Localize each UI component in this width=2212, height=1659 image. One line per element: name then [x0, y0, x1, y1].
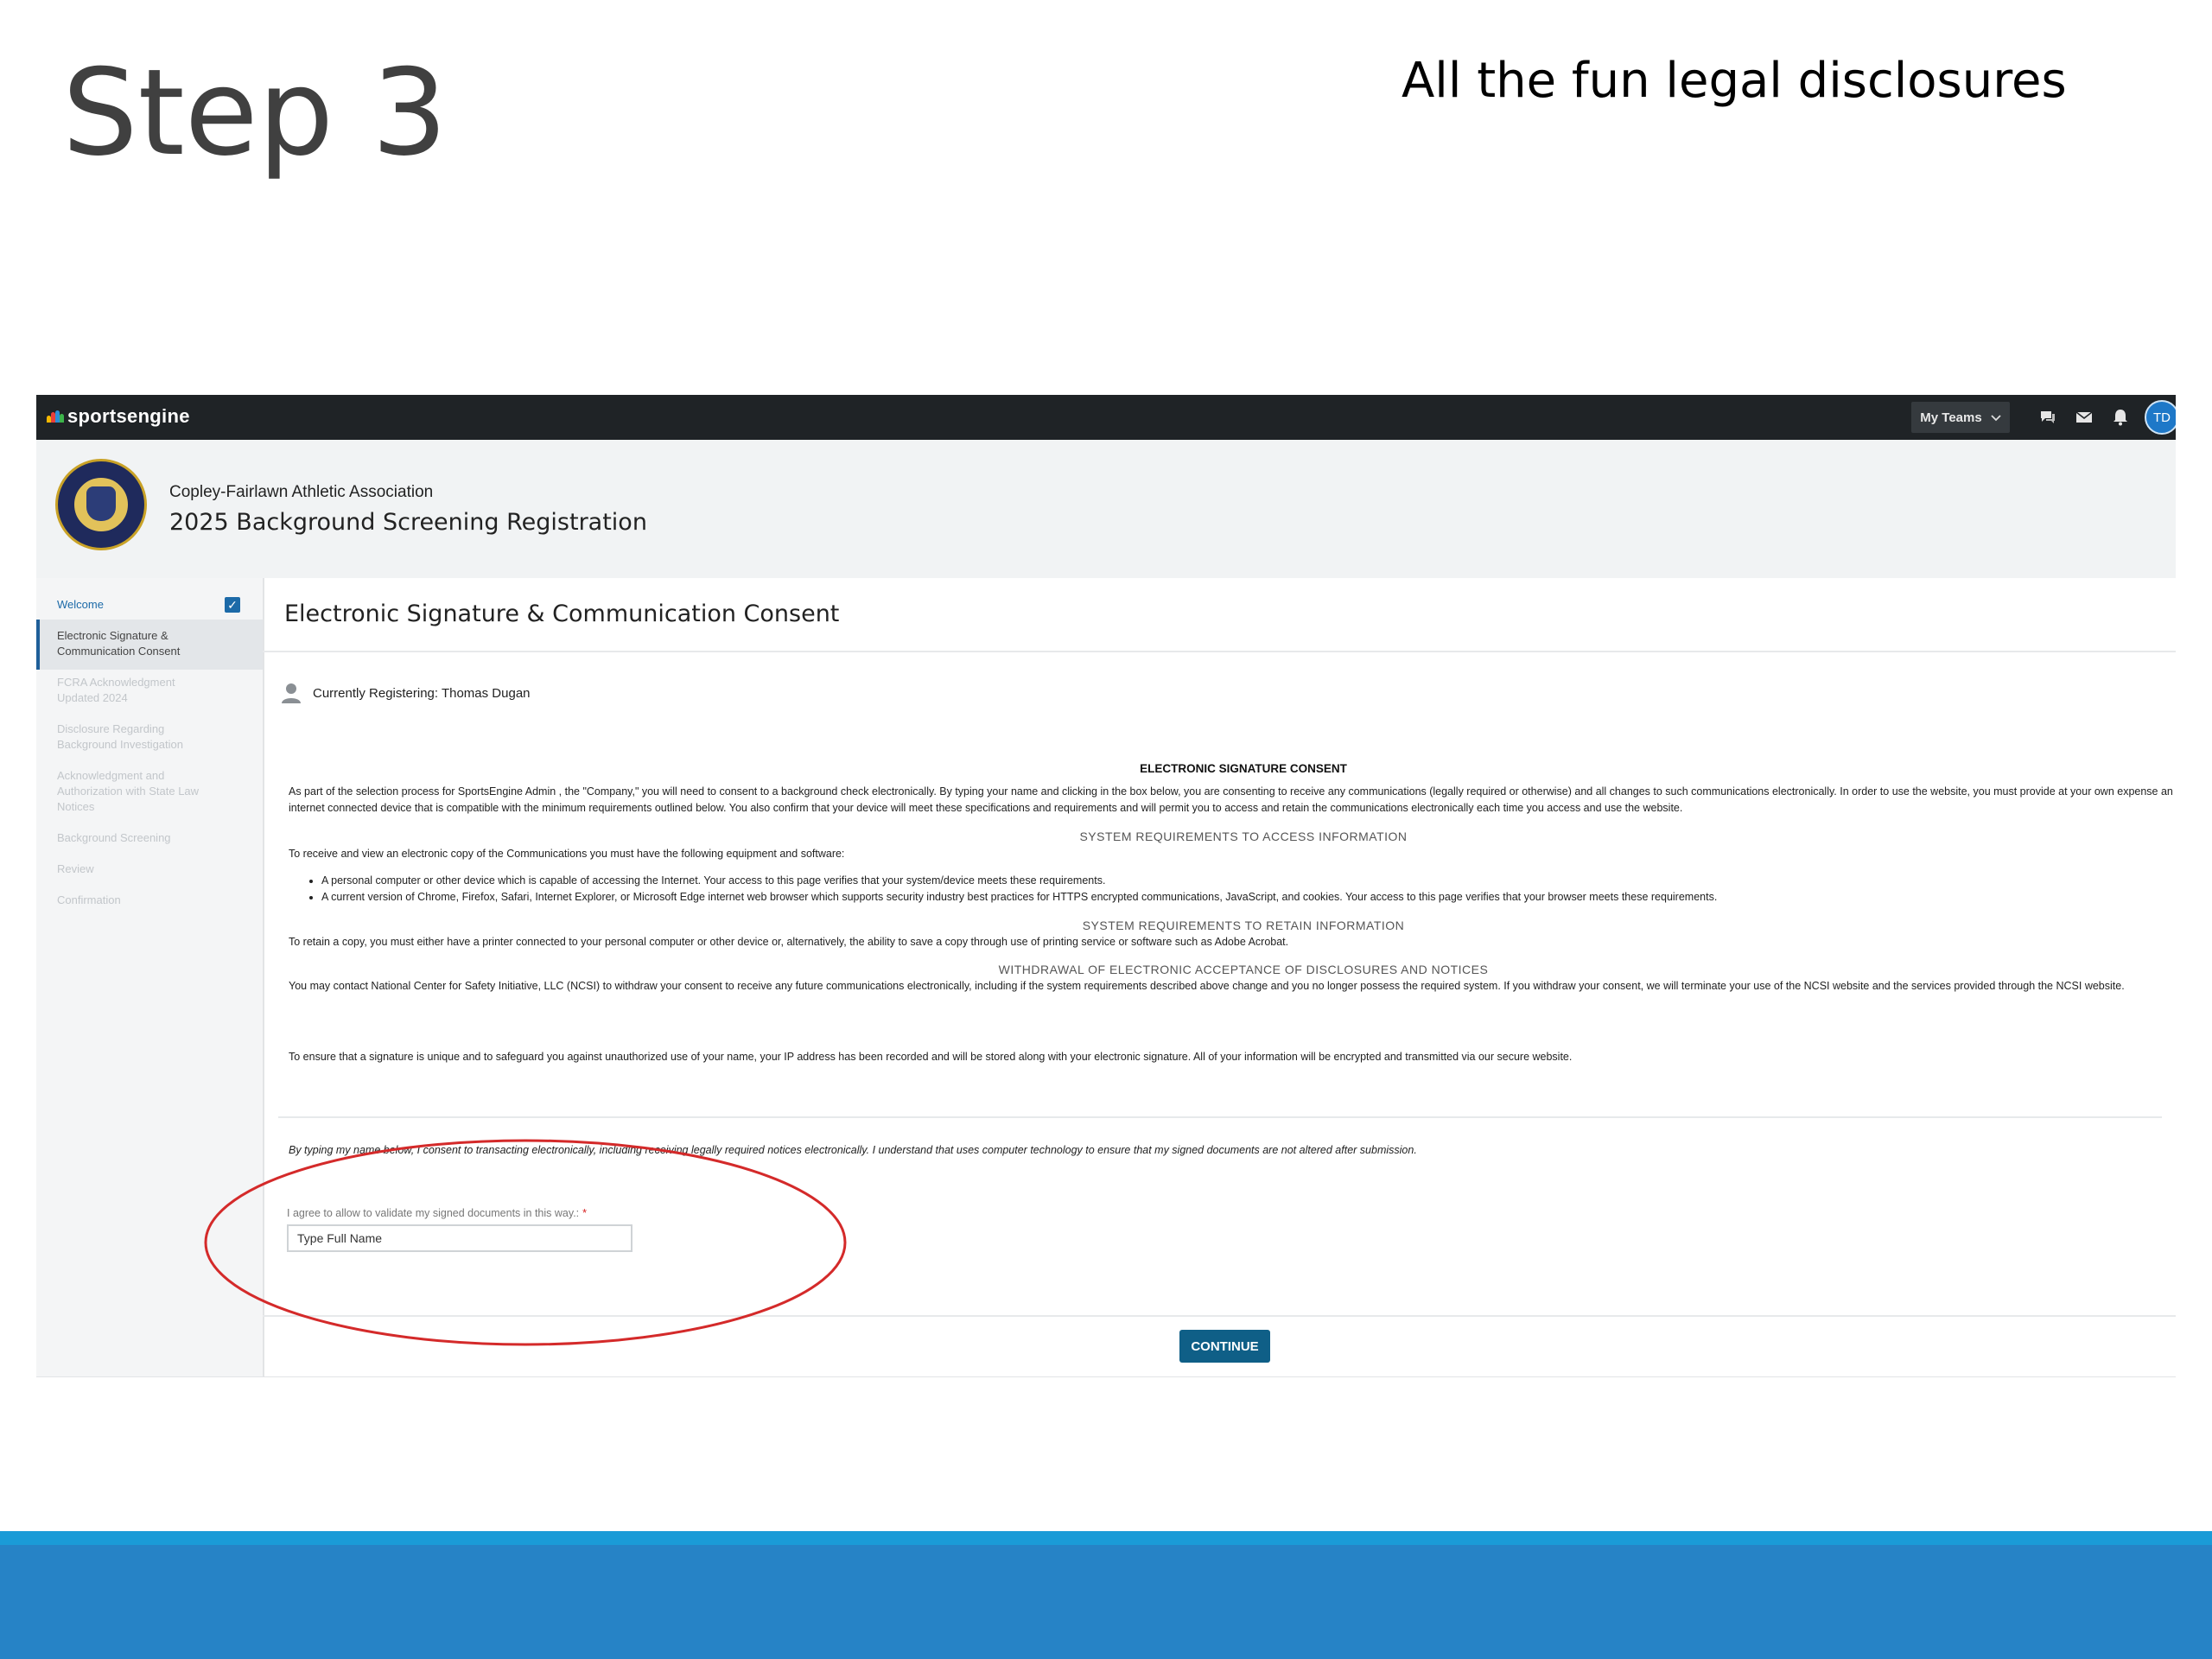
- withdrawal-paragraph: You may contact National Center for Safe…: [289, 980, 2125, 992]
- required-mark: *: [582, 1207, 588, 1219]
- access-heading: SYSTEM REQUIREMENTS TO ACCESS INFORMATIO…: [1079, 830, 1408, 843]
- chat-icon[interactable]: [2037, 407, 2058, 428]
- retain-paragraph: To retain a copy, you must either have a…: [289, 936, 1289, 948]
- withdrawal-heading: WITHDRAWAL OF ELECTRONIC ACCEPTANCE OF D…: [998, 963, 1489, 976]
- user-avatar[interactable]: TD: [2145, 400, 2176, 435]
- currently-registering: Currently Registering: Thomas Dugan: [313, 686, 531, 701]
- person-icon: [278, 680, 304, 706]
- divider: [263, 1315, 2176, 1317]
- org-name: Copley-Fairlawn Athletic Association: [169, 483, 434, 501]
- bell-icon[interactable]: [2110, 407, 2131, 428]
- brand-logo-icon: [47, 410, 64, 423]
- signature-paragraph: To ensure that a signature is unique and…: [289, 1051, 1573, 1063]
- sidebar-item-welcome[interactable]: Welcome: [57, 597, 230, 613]
- sidebar-item-confirmation[interactable]: Confirmation: [57, 893, 230, 908]
- list-item: A personal computer or other device whic…: [321, 873, 2176, 889]
- divider: [278, 1116, 2162, 1118]
- sidebar-item-acknowledgment[interactable]: Acknowledgment and Authorization with St…: [57, 768, 213, 815]
- checkbox-checked-icon: ✓: [225, 597, 240, 613]
- slide-subtitle: All the fun legal disclosures: [1402, 53, 2067, 109]
- continue-button[interactable]: CONTINUE: [1179, 1330, 1270, 1363]
- sidebar-item-electronic-signature[interactable]: Electronic Signature & Communication Con…: [57, 628, 195, 659]
- org-seal-logo: [55, 459, 147, 550]
- access-intro: To receive and view an electronic copy o…: [289, 848, 845, 860]
- sidebar-item-review[interactable]: Review: [57, 861, 230, 877]
- slide-footer-stripe: [0, 1531, 2212, 1545]
- screenshot: sportsengine My Teams TD Copley-Fairlawn…: [36, 395, 2176, 1377]
- my-teams-label: My Teams: [1920, 410, 1982, 425]
- full-name-input[interactable]: [287, 1224, 632, 1252]
- my-teams-dropdown[interactable]: My Teams: [1911, 402, 2010, 433]
- divider: [36, 1376, 2176, 1377]
- top-nav-bar: sportsengine My Teams TD: [36, 395, 2176, 440]
- org-header: Copley-Fairlawn Athletic Association 202…: [36, 440, 2176, 578]
- signature-field-label: I agree to allow to validate my signed d…: [287, 1207, 587, 1219]
- slide-footer-bar: [0, 1531, 2212, 1659]
- sidebar-item-disclosure[interactable]: Disclosure Regarding Background Investig…: [57, 721, 204, 753]
- consent-heading: ELECTRONIC SIGNATURE CONSENT: [1140, 762, 1347, 775]
- access-bullets: A personal computer or other device whic…: [306, 873, 2176, 906]
- chevron-down-icon: [1991, 410, 2001, 425]
- sidebar-item-fcra[interactable]: FCRA Acknowledgment Updated 2024: [57, 675, 195, 706]
- field-label-text: I agree to allow to validate my signed d…: [287, 1207, 580, 1219]
- slide-title: Step 3: [62, 43, 448, 182]
- mail-icon[interactable]: [2074, 407, 2094, 428]
- steps-sidebar: Welcome ✓ Electronic Signature & Communi…: [36, 578, 264, 1377]
- registration-title: 2025 Background Screening Registration: [169, 509, 647, 536]
- sidebar-item-background-screening[interactable]: Background Screening: [57, 830, 230, 846]
- divider: [263, 651, 2176, 652]
- consent-paragraph: As part of the selection process for Spo…: [289, 785, 2173, 814]
- agreement-text: By typing my name below, I consent to tr…: [289, 1144, 1417, 1156]
- brand[interactable]: sportsengine: [47, 405, 190, 428]
- retain-heading: SYSTEM REQUIREMENTS TO RETAIN INFORMATIO…: [1082, 918, 1405, 932]
- brand-name: sportsengine: [67, 405, 190, 427]
- list-item: A current version of Chrome, Firefox, Sa…: [321, 889, 2176, 906]
- page-title: Electronic Signature & Communication Con…: [284, 601, 840, 627]
